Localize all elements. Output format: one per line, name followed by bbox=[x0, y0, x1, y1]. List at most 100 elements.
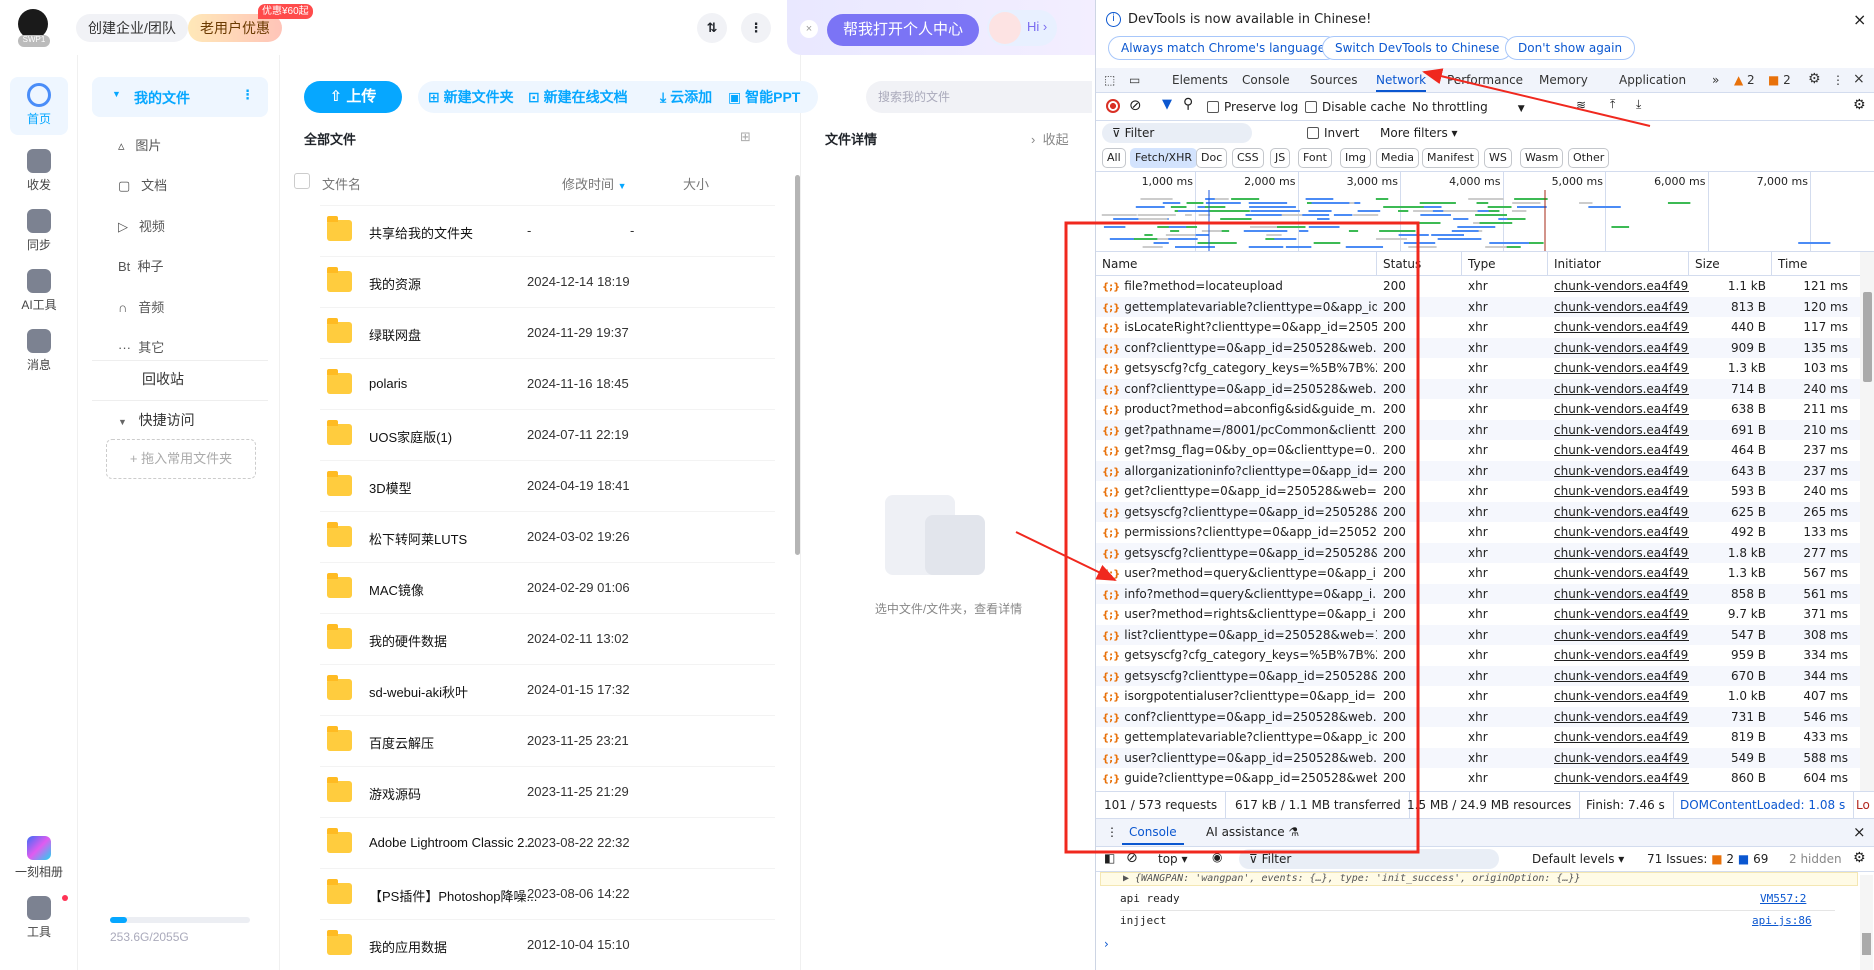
request-initiator[interactable]: chunk-vendors.ea4f490c bbox=[1548, 563, 1689, 584]
tab-memory[interactable]: Memory bbox=[1539, 73, 1588, 87]
request-row[interactable]: {;} isorgpotentialuser?clienttype=0&app_i… bbox=[1096, 686, 1860, 707]
request-initiator[interactable]: chunk-vendors.ea4f490c bbox=[1548, 502, 1689, 523]
request-row[interactable]: {;} file?method=locateupload 200 xhr chunk-v… bbox=[1096, 276, 1860, 297]
request-initiator[interactable]: chunk-vendors.ea4f490c bbox=[1548, 399, 1689, 420]
col-status[interactable]: Status bbox=[1377, 252, 1462, 276]
file-row[interactable]: MAC镜像 2024-02-29 01:06 bbox=[320, 562, 775, 613]
console-filter-input[interactable]: ⊽ Filter bbox=[1239, 849, 1499, 869]
warning-icon[interactable]: ▲ 2 bbox=[1734, 73, 1755, 87]
switch-chinese-button[interactable]: Switch DevTools to Chinese bbox=[1322, 36, 1513, 60]
request-initiator[interactable]: chunk-vendors.ea4f490c bbox=[1548, 481, 1689, 502]
more-icon[interactable]: ⋮ bbox=[241, 87, 254, 103]
file-row[interactable]: sd-webui-aki秋叶 2024-01-15 17:32 bbox=[320, 664, 775, 715]
rail-item-share[interactable]: 收发 bbox=[10, 143, 68, 193]
sidebar-item-recycle[interactable]: 回收站 bbox=[142, 369, 184, 389]
table-scrollbar[interactable] bbox=[1860, 252, 1874, 791]
drawer-tab-ai[interactable]: AI assistance ⚗ bbox=[1206, 825, 1299, 839]
network-settings-icon[interactable]: ⚙ bbox=[1853, 97, 1866, 113]
request-row[interactable]: {;} getsyscfg?cfg_category_keys=%5B%7B%2.… bbox=[1096, 645, 1860, 666]
tab-application[interactable]: Application bbox=[1619, 73, 1686, 87]
more-tabs-icon[interactable]: » bbox=[1712, 73, 1719, 87]
column-size[interactable]: 大小 bbox=[683, 174, 709, 193]
request-row[interactable]: {;} conf?clienttype=0&app_id=250528&web..… bbox=[1096, 706, 1860, 727]
record-icon[interactable] bbox=[1106, 99, 1120, 113]
filter-input[interactable]: ⊽ Filter bbox=[1102, 123, 1252, 143]
request-row[interactable]: {;} conf?clienttype=0&app_id=250528&web..… bbox=[1096, 378, 1860, 399]
console-source-link[interactable]: api.js:86 bbox=[1752, 914, 1812, 927]
tab-console[interactable]: Console bbox=[1242, 73, 1290, 87]
file-row[interactable]: 百度云解压 2023-11-25 23:21 bbox=[320, 715, 775, 766]
rail-item-home[interactable]: 首页 bbox=[10, 77, 68, 135]
log-levels-select[interactable]: Default levels ▾ bbox=[1532, 852, 1624, 866]
col-initiator[interactable]: Initiator bbox=[1548, 252, 1689, 276]
filter-icon[interactable]: ▼ bbox=[1162, 97, 1172, 112]
filter-chip-wasm[interactable]: Wasm bbox=[1520, 148, 1564, 168]
create-team-button[interactable]: 创建企业/团队 bbox=[76, 14, 188, 42]
filter-chip-css[interactable]: CSS bbox=[1232, 148, 1264, 168]
filter-chip-all[interactable]: All bbox=[1102, 148, 1126, 168]
search-input[interactable] bbox=[866, 81, 1092, 113]
sidebar-item-images[interactable]: ▵ 图片 bbox=[118, 135, 161, 154]
col-name[interactable]: Name bbox=[1096, 252, 1377, 276]
file-row[interactable]: 我的应用数据 2012-10-04 15:10 bbox=[320, 919, 775, 970]
file-row[interactable]: UOS家庭版(1) 2024-07-11 22:19 bbox=[320, 409, 775, 460]
request-initiator[interactable]: chunk-vendors.ea4f490c bbox=[1548, 686, 1689, 707]
console-prompt[interactable]: › bbox=[1104, 937, 1109, 951]
filter-chip-other[interactable]: Other bbox=[1568, 148, 1610, 168]
smart-ppt-button[interactable]: ▣ 智能PPT bbox=[728, 81, 800, 113]
kebab-icon[interactable]: ⋮ bbox=[1832, 73, 1844, 87]
request-row[interactable]: {;} user?clienttype=0&app_id=250528&web..… bbox=[1096, 747, 1860, 768]
rail-item-ai[interactable]: AI工具 bbox=[10, 263, 68, 313]
tab-sources[interactable]: Sources bbox=[1310, 73, 1357, 87]
request-row[interactable]: {;} info?method=query&clienttype=0&app_i.… bbox=[1096, 583, 1860, 604]
sidebar-item-my-files[interactable]: ▼ 我的文件 ⋮ bbox=[92, 77, 268, 117]
inspect-icon[interactable]: ⬚ bbox=[1104, 73, 1115, 87]
request-initiator[interactable]: chunk-vendors.ea4f490c bbox=[1548, 768, 1689, 789]
upload-button[interactable]: ⇧ 上传 bbox=[304, 81, 402, 113]
request-row[interactable]: {;} guide?clienttype=0&app_id=250528&web.… bbox=[1096, 768, 1860, 789]
sidebar-item-videos[interactable]: ▷ 视频 bbox=[118, 216, 165, 235]
col-size[interactable]: Size bbox=[1689, 252, 1772, 276]
filter-chip-media[interactable]: Media bbox=[1376, 148, 1420, 168]
dont-show-button[interactable]: Don't show again bbox=[1505, 36, 1636, 60]
request-initiator[interactable]: chunk-vendors.ea4f490c bbox=[1548, 440, 1689, 461]
avatar[interactable]: SWP1 bbox=[18, 9, 50, 47]
sidebar-item-torrents[interactable]: Bt 种子 bbox=[118, 256, 164, 275]
sort-icon[interactable]: ⇅ bbox=[697, 13, 727, 43]
col-type[interactable]: Type bbox=[1462, 252, 1548, 276]
request-row[interactable]: {;} list?clienttype=0&app_id=250528&web=1… bbox=[1096, 624, 1860, 645]
issues-button[interactable]: 71 Issues: ■ 2 ■ 69 bbox=[1647, 852, 1768, 866]
assistant-button[interactable]: Hi › bbox=[987, 10, 1057, 46]
drawer-menu-icon[interactable]: ⋮ bbox=[1106, 825, 1118, 839]
request-initiator[interactable]: chunk-vendors.ea4f490c bbox=[1548, 604, 1689, 625]
filter-chip-ws[interactable]: WS bbox=[1484, 148, 1512, 168]
file-row[interactable]: 共享给我的文件夹 - - bbox=[320, 205, 775, 256]
live-expression-icon[interactable]: ◉ bbox=[1212, 850, 1222, 864]
request-row[interactable]: {;} isLocateRight?clienttype=0&app_id=250… bbox=[1096, 317, 1860, 338]
rail-item-tools[interactable]: 工具 bbox=[10, 890, 68, 940]
settings-icon[interactable]: ⚙ bbox=[1808, 71, 1821, 87]
file-row[interactable]: 松下转阿莱LUTS 2024-03-02 19:26 bbox=[320, 511, 775, 562]
request-row[interactable]: {;} allorganizationinfo?clienttype=0&app_… bbox=[1096, 460, 1860, 481]
collapse-button[interactable]: › 收起 bbox=[1031, 129, 1069, 148]
search-icon[interactable]: ⚲ bbox=[1183, 96, 1193, 112]
rail-item-messages[interactable]: 消息 bbox=[10, 323, 68, 373]
grid-view-icon[interactable]: ⊞ bbox=[740, 129, 751, 145]
context-select[interactable]: top ▾ bbox=[1158, 852, 1188, 866]
drop-zone[interactable]: + 拖入常用文件夹 bbox=[106, 439, 256, 479]
filter-chip-fetch-xhr[interactable]: Fetch/XHR bbox=[1130, 148, 1197, 168]
file-row[interactable]: 【PS插件】Photoshop降噪... 2023-08-06 14:22 bbox=[320, 868, 775, 919]
rail-item-album[interactable]: 一刻相册 bbox=[10, 830, 68, 880]
quick-access-toggle[interactable]: ▼ 快捷访问 bbox=[118, 410, 195, 430]
disable-cache-checkbox[interactable] bbox=[1305, 101, 1317, 113]
close-icon[interactable]: × bbox=[1853, 10, 1866, 29]
request-initiator[interactable]: chunk-vendors.ea4f490c bbox=[1548, 276, 1689, 297]
error-icon[interactable]: ■ 2 bbox=[1768, 73, 1791, 87]
column-name[interactable]: 文件名 bbox=[322, 174, 361, 193]
cloud-add-button[interactable]: ⤓ 云添加 bbox=[660, 81, 712, 113]
request-initiator[interactable]: chunk-vendors.ea4f490c bbox=[1548, 727, 1689, 748]
clear-console-icon[interactable]: ⊘ bbox=[1126, 850, 1138, 866]
import-icon[interactable]: ⤒ bbox=[1610, 97, 1615, 112]
request-initiator[interactable]: chunk-vendors.ea4f490c bbox=[1548, 338, 1689, 359]
request-row[interactable]: {;} permissions?clienttype=0&app_id=25052… bbox=[1096, 522, 1860, 543]
